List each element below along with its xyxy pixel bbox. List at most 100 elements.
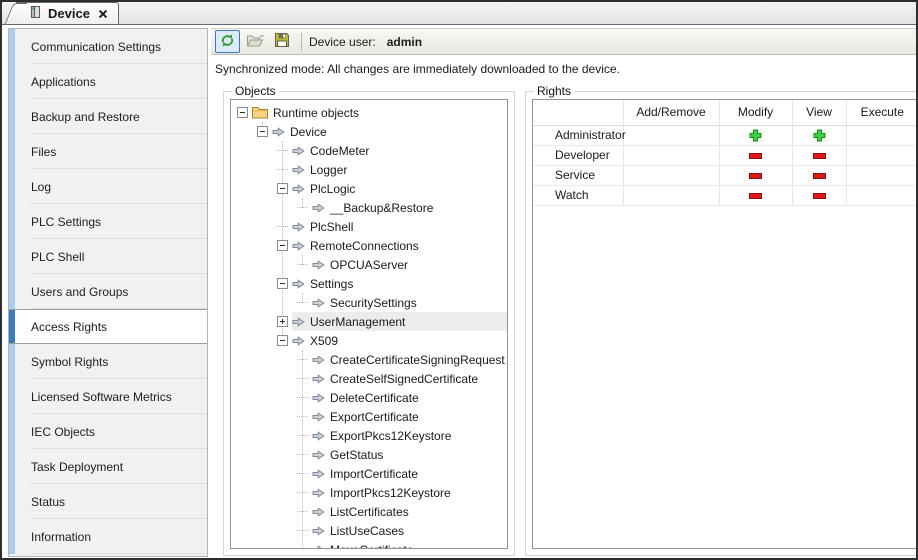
cell-execute[interactable]	[846, 165, 918, 185]
tree-item-exportpkcs12keystore[interactable]: ExportPkcs12Keystore	[231, 426, 507, 445]
open-folder-button[interactable]	[242, 30, 267, 53]
cell-view[interactable]	[792, 145, 846, 165]
arrow-icon	[292, 241, 305, 251]
tree-item-listcertificates[interactable]: ListCertificates	[231, 502, 507, 521]
close-icon[interactable]	[98, 9, 108, 19]
tree-item-label: ExportPkcs12Keystore	[330, 429, 451, 443]
tree-item-remoteconnections[interactable]: RemoteConnections	[231, 236, 507, 255]
refresh-button[interactable]	[215, 30, 240, 53]
cell-view[interactable]	[792, 125, 846, 145]
sidebar-item-log[interactable]: Log	[9, 169, 207, 204]
save-icon	[274, 32, 290, 51]
cell-modify[interactable]	[719, 165, 792, 185]
sidebar-item-plc-shell[interactable]: PLC Shell	[9, 239, 207, 274]
tree-connector	[297, 525, 308, 536]
tree-item-deletecertificate[interactable]: DeleteCertificate	[231, 388, 507, 407]
rights-col-header-add-remove: Add/Remove	[623, 100, 719, 125]
cell-add-remove[interactable]	[623, 185, 719, 205]
save-button[interactable]	[269, 30, 294, 53]
tree-connector	[297, 392, 308, 403]
tree-connector	[297, 259, 308, 270]
panels: Objects Runtime objectsDeviceCodeMeterLo…	[211, 84, 916, 556]
sidebar-item-label: Access Rights	[31, 320, 107, 334]
sidebar-item-status[interactable]: Status	[9, 484, 207, 519]
deny-minus-icon	[813, 153, 826, 159]
collapse-icon[interactable]	[277, 335, 288, 346]
sidebar-item-symbol-rights[interactable]: Symbol Rights	[9, 344, 207, 379]
tree-item-device[interactable]: Device	[231, 122, 507, 141]
tree-item-exportcertificate[interactable]: ExportCertificate	[231, 407, 507, 426]
cell-add-remove[interactable]	[623, 165, 719, 185]
tree-item-label: ListCertificates	[330, 505, 409, 519]
cell-view[interactable]	[792, 165, 846, 185]
sidebar-item-label: Communication Settings	[31, 40, 161, 54]
collapse-icon[interactable]	[277, 278, 288, 289]
sidebar-item-applications[interactable]: Applications	[9, 64, 207, 99]
tree-item-opcuaserver[interactable]: OPCUAServer	[231, 255, 507, 274]
sidebar-item-task-deployment[interactable]: Task Deployment	[9, 449, 207, 484]
cell-execute[interactable]	[846, 125, 918, 145]
tree-item-x509[interactable]: X509	[231, 331, 507, 350]
tree-item-codemeter[interactable]: CodeMeter	[231, 141, 507, 160]
tree-item-runtime-objects[interactable]: Runtime objects	[231, 103, 507, 122]
sidebar-item-licensed-software-metrics[interactable]: Licensed Software Metrics	[9, 379, 207, 414]
cell-modify[interactable]	[719, 185, 792, 205]
tree-item-createcertificatesigningrequest[interactable]: CreateCertificateSigningRequest	[231, 350, 507, 369]
objects-group: Objects Runtime objectsDeviceCodeMeterLo…	[223, 84, 515, 556]
tree-item-usermanagement[interactable]: UserManagement	[231, 312, 507, 331]
tree-item-securitysettings[interactable]: SecuritySettings	[231, 293, 507, 312]
collapse-icon[interactable]	[277, 240, 288, 251]
tree-item-plclogic[interactable]: PlcLogic	[231, 179, 507, 198]
tree-item-logger[interactable]: Logger	[231, 160, 507, 179]
tree-item-createselfsignedcertificate[interactable]: CreateSelfSignedCertificate	[231, 369, 507, 388]
cell-add-remove[interactable]	[623, 125, 719, 145]
cell-execute[interactable]	[846, 145, 918, 165]
sidebar-item-information[interactable]: Information	[9, 519, 207, 554]
collapse-icon[interactable]	[277, 183, 288, 194]
cell-modify[interactable]	[719, 145, 792, 165]
sidebar-item-access-rights[interactable]: Access Rights	[9, 309, 207, 344]
sidebar-item-backup-and-restore[interactable]: Backup and Restore	[9, 99, 207, 134]
cell-execute[interactable]	[846, 185, 918, 205]
tree-connector	[297, 487, 308, 498]
tree-connector	[297, 354, 308, 365]
arrow-icon	[292, 184, 305, 194]
sidebar-item-communication-settings[interactable]: Communication Settings	[9, 29, 207, 64]
device-user-label: Device user:	[309, 35, 376, 49]
tab-device[interactable]: Device	[16, 2, 119, 24]
sidebar-item-plc-settings[interactable]: PLC Settings	[9, 204, 207, 239]
tree-item-movecertificate[interactable]: MoveCertificate	[231, 540, 507, 549]
tree-item-backup-restore[interactable]: __Backup&Restore	[231, 198, 507, 217]
tree-item-getstatus[interactable]: GetStatus	[231, 445, 507, 464]
collapse-icon[interactable]	[237, 107, 248, 118]
tab-bar: Device	[2, 2, 916, 25]
refresh-icon	[220, 33, 235, 51]
arrow-icon	[292, 317, 305, 327]
deny-minus-icon	[749, 173, 762, 179]
tree-item-label: UserManagement	[310, 315, 405, 329]
cell-view[interactable]	[792, 185, 846, 205]
tree-item-plcshell[interactable]: PlcShell	[231, 217, 507, 236]
sidebar-item-users-and-groups[interactable]: Users and Groups	[9, 274, 207, 309]
tree-item-label: Device	[290, 125, 327, 139]
arrow-icon	[292, 165, 305, 175]
open-folder-icon	[246, 33, 264, 51]
sidebar-item-iec-objects[interactable]: IEC Objects	[9, 414, 207, 449]
cell-modify[interactable]	[719, 125, 792, 145]
tree-item-label: CreateCertificateSigningRequest	[330, 353, 505, 367]
tree-item-label: ListUseCases	[330, 524, 404, 538]
sidebar-item-files[interactable]: Files	[9, 134, 207, 169]
sidebar-item-label: PLC Settings	[31, 215, 101, 229]
cell-add-remove[interactable]	[623, 145, 719, 165]
collapse-icon[interactable]	[257, 126, 268, 137]
expand-icon[interactable]	[277, 316, 288, 327]
tree-item-label: Logger	[310, 163, 347, 177]
deny-minus-icon	[749, 153, 762, 159]
tree-connector	[297, 468, 308, 479]
tree-item-settings[interactable]: Settings	[231, 274, 507, 293]
tree-item-listusecases[interactable]: ListUseCases	[231, 521, 507, 540]
tree-item-importpkcs12keystore[interactable]: ImportPkcs12Keystore	[231, 483, 507, 502]
arrow-icon	[312, 545, 325, 550]
tree-item-importcertificate[interactable]: ImportCertificate	[231, 464, 507, 483]
role-name: Watch	[533, 185, 623, 205]
